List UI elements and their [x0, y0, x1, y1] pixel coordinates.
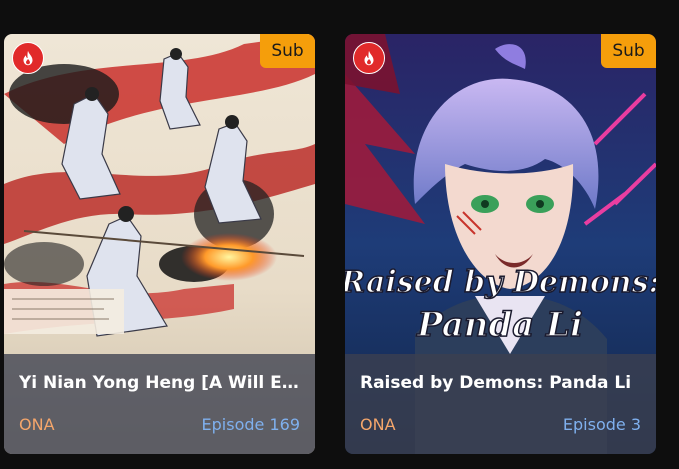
anime-grid: Sub Yi Nian Yong Heng [A Will Et... ONA …	[0, 0, 679, 469]
sub-badge: Sub	[601, 34, 656, 68]
card-info: Raised by Demons: Panda Li ONA Episode 3	[345, 354, 656, 454]
card-episode: Episode 169	[201, 415, 300, 434]
anime-card-raised-by-demons[interactable]: Raised by Demons: Panda Li Sub Raised by…	[345, 34, 656, 454]
sub-badge: Sub	[260, 34, 315, 68]
card-title[interactable]: Yi Nian Yong Heng [A Will Et...	[19, 373, 300, 393]
anime-card-yi-nian-yong-heng[interactable]: Sub Yi Nian Yong Heng [A Will Et... ONA …	[4, 34, 315, 454]
fire-icon	[353, 42, 385, 74]
card-episode: Episode 3	[562, 415, 641, 434]
poster-title-line-1: Raised by Demons:	[345, 265, 656, 300]
fire-icon	[12, 42, 44, 74]
card-info: Yi Nian Yong Heng [A Will Et... ONA Epis…	[4, 354, 315, 454]
poster-title-line-2: Panda Li	[416, 305, 583, 345]
card-type: ONA	[19, 415, 55, 434]
card-title[interactable]: Raised by Demons: Panda Li	[360, 373, 641, 393]
card-type: ONA	[360, 415, 396, 434]
